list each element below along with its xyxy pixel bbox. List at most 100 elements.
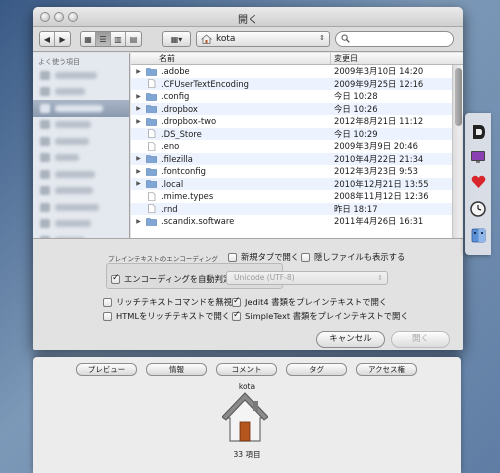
file-row[interactable]: .eno 2009年3月9日 20:46: [131, 140, 463, 153]
coverflow-view-button[interactable]: ▤: [126, 32, 141, 46]
cancel-button[interactable]: キャンセル: [316, 331, 385, 348]
search-input[interactable]: [335, 31, 454, 47]
folder-icon: [146, 155, 157, 164]
document-icon: [148, 79, 156, 89]
sidebar-header: よく使う項目: [38, 58, 80, 66]
file-name: .dropbox: [161, 103, 198, 114]
dock-display-icon[interactable]: [470, 149, 486, 165]
sidebar-item[interactable]: [33, 216, 129, 233]
tab-permissions[interactable]: アクセス権: [356, 363, 417, 376]
tab-preview[interactable]: プレビュー: [76, 363, 137, 376]
dock-dashboard-icon[interactable]: [470, 124, 486, 140]
file-row[interactable]: .DS_Store 今日 10:29: [131, 127, 463, 140]
sidebar-item[interactable]: [33, 67, 129, 84]
file-date: 2008年11月12日 12:36: [334, 191, 429, 202]
arrange-button[interactable]: ▦▾: [162, 31, 191, 47]
info-panel: プレビュー 情報 コメント タグ アクセス権 kota 33 項目: [33, 357, 461, 473]
show-hidden-label: 隠しファイルも表示する: [314, 252, 406, 262]
vertical-scrollbar[interactable]: [452, 65, 463, 238]
open-button[interactable]: 開く: [391, 331, 450, 348]
file-date: 2012年3月23日 9:53: [334, 166, 418, 177]
tab-tags[interactable]: タグ: [286, 363, 347, 376]
dock: [465, 113, 491, 255]
name-column-header[interactable]: 名前: [131, 53, 331, 64]
list-view-button[interactable]: ☰: [96, 32, 111, 46]
simpletext-checkbox[interactable]: SimpleText 書類をプレインテキストで開く: [232, 310, 409, 322]
document-icon: [148, 129, 156, 139]
sidebar-item[interactable]: [33, 199, 129, 216]
html-rich-label: HTMLをリッチテキストで開く: [116, 311, 231, 321]
checkbox-box: [103, 297, 112, 307]
coverflow-icon: ▤: [129, 34, 138, 44]
home-icon: [201, 34, 212, 44]
html-rich-checkbox[interactable]: HTMLをリッチテキストで開く: [103, 310, 230, 322]
show-hidden-checkbox[interactable]: 隠しファイルも表示する: [301, 251, 405, 263]
back-button[interactable]: ◀: [40, 32, 55, 46]
options-panel: 新規タブで開く 隠しファイルも表示する プレインテキストのエンコーディング エン…: [33, 238, 463, 350]
forward-button[interactable]: ▶: [55, 32, 70, 46]
disclosure-triangle-icon[interactable]: ▶: [131, 180, 146, 187]
file-row[interactable]: ▶ .scandix.software 2011年4月26日 16:31: [131, 215, 463, 228]
column-view-button[interactable]: ▥: [111, 32, 126, 46]
file-row[interactable]: ▶ .adobe 2009年3月10日 14:20: [131, 65, 463, 78]
ignore-rich-checkbox[interactable]: リッチテキストコマンドを無視: [103, 296, 232, 308]
dock-heart-icon[interactable]: [470, 174, 486, 190]
file-list: 名前 変更日 ▶ .adobe 2009年3月10日 14:20 .CFUserTex…: [131, 53, 463, 238]
sidebar-item[interactable]: [33, 133, 129, 150]
path-popup[interactable]: kota ⇕: [196, 31, 330, 47]
folder-icon: [146, 67, 157, 76]
file-row[interactable]: ▶ .config 今日 10:28: [131, 90, 463, 103]
sidebar-item[interactable]: [33, 84, 129, 101]
checkbox-box: [103, 311, 112, 321]
checkbox-box: [301, 252, 310, 262]
file-row[interactable]: ▶ .fontconfig 2012年3月23日 9:53: [131, 165, 463, 178]
file-row[interactable]: ▶ .dropbox 今日 10:26: [131, 102, 463, 115]
jedit-label: Jedit4 書類をプレインテキストで開く: [245, 297, 388, 307]
file-name: .config: [161, 91, 190, 102]
sidebar-item[interactable]: [33, 183, 129, 200]
disclosure-triangle-icon[interactable]: ▶: [131, 168, 146, 175]
document-icon: [148, 191, 156, 201]
date-column-header[interactable]: 変更日: [331, 53, 463, 64]
file-name: .DS_Store: [161, 128, 202, 139]
new-tab-checkbox[interactable]: 新規タブで開く: [228, 251, 299, 263]
tab-info[interactable]: 情報: [146, 363, 207, 376]
auto-encoding-label: エンコーディングを自動判定: [124, 274, 232, 284]
encoding-group-label: プレインテキストのエンコーディング: [108, 255, 218, 263]
file-row[interactable]: ▶ .dropbox-two 2012年8月21日 11:12: [131, 115, 463, 128]
sidebar-item[interactable]: [33, 166, 129, 183]
dock-clock-icon[interactable]: [470, 201, 486, 217]
dock-finder-icon[interactable]: [470, 227, 486, 243]
sidebar-item[interactable]: [33, 117, 129, 134]
checkbox-box-checked: [111, 273, 120, 284]
disclosure-triangle-icon[interactable]: ▶: [131, 118, 146, 125]
sidebar-item-selected[interactable]: [33, 100, 129, 117]
disclosure-triangle-icon[interactable]: ▶: [131, 93, 146, 100]
chevron-left-icon: ◀: [43, 34, 51, 44]
scrollbar-thumb[interactable]: [455, 68, 462, 126]
jedit-checkbox[interactable]: Jedit4 書類をプレインテキストで開く: [232, 296, 387, 308]
file-date: 2012年8月21日 11:12: [334, 116, 424, 127]
file-row[interactable]: .rnd 昨日 18:17: [131, 202, 463, 215]
file-row[interactable]: ▶ .filezilla 2010年4月22日 21:34: [131, 152, 463, 165]
sidebar-item[interactable]: [33, 150, 129, 167]
tab-comment[interactable]: コメント: [216, 363, 277, 376]
encoding-select[interactable]: Unicode (UTF-8) ⇕: [226, 271, 388, 285]
folder-icon: [146, 167, 157, 176]
disclosure-triangle-icon[interactable]: ▶: [131, 105, 146, 112]
search-icon: [341, 34, 350, 43]
disclosure-triangle-icon[interactable]: ▶: [131, 218, 146, 225]
columns-icon: ▥: [114, 34, 122, 44]
updown-arrows-icon: ⇕: [319, 34, 325, 42]
disclosure-triangle-icon[interactable]: ▶: [131, 155, 146, 162]
file-name: .CFUserTextEncoding: [161, 78, 249, 89]
file-row[interactable]: .CFUserTextEncoding 2009年9月25日 12:16: [131, 77, 463, 90]
icon-view-button[interactable]: ▦: [81, 32, 96, 46]
view-buttons: ▦ ☰ ▥ ▤: [80, 31, 142, 47]
auto-encoding-checkbox[interactable]: エンコーディングを自動判定: [111, 273, 231, 285]
disclosure-triangle-icon[interactable]: ▶: [131, 68, 146, 75]
document-icon: [148, 141, 156, 151]
file-row[interactable]: ▶ .local 2010年12月21日 13:55: [131, 177, 463, 190]
file-row[interactable]: .mime.types 2008年11月12日 12:36: [131, 190, 463, 203]
file-name: .eno: [161, 141, 180, 152]
